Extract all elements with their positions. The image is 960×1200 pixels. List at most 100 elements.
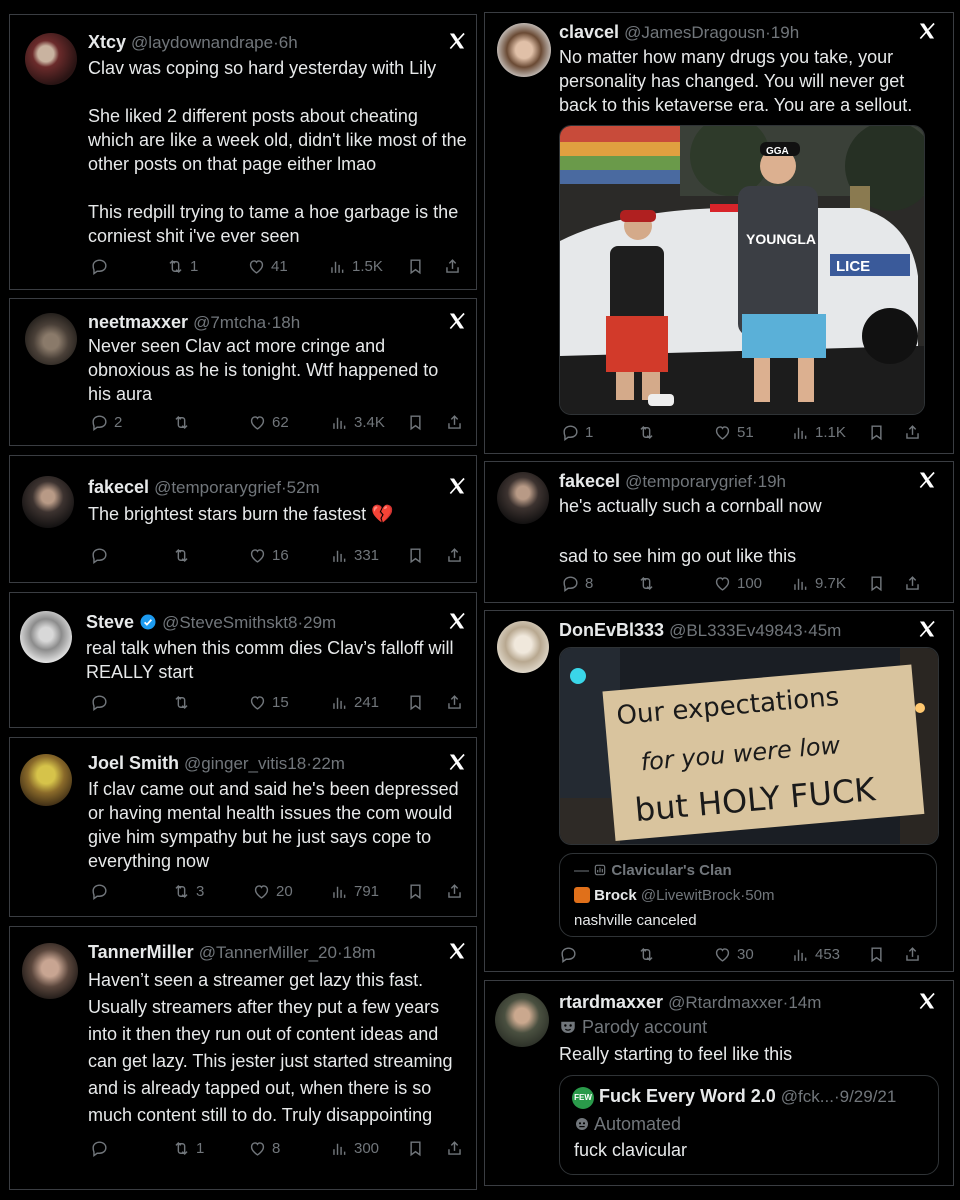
bookmark-button[interactable] xyxy=(406,546,425,565)
avatar[interactable] xyxy=(20,611,72,663)
author-handle[interactable]: @7mtcha xyxy=(193,313,266,332)
avatar[interactable] xyxy=(497,621,549,673)
author-handle[interactable]: @SteveSmithskt8 xyxy=(162,613,297,632)
quote-author-name[interactable]: Brock xyxy=(594,887,637,904)
post-time[interactable]: 29m xyxy=(303,613,336,632)
author-name[interactable]: rtardmaxxer xyxy=(559,992,663,1012)
quote-avatar[interactable] xyxy=(574,887,590,903)
views-button[interactable]: 453 xyxy=(791,945,840,964)
repost-button[interactable] xyxy=(172,546,196,565)
bookmark-button[interactable] xyxy=(867,574,886,593)
reply-button[interactable]: 1 xyxy=(561,423,593,442)
author-handle[interactable]: @temporarygrief xyxy=(154,478,281,497)
few-logo[interactable]: FEW xyxy=(572,1087,594,1109)
share-button[interactable] xyxy=(903,574,922,593)
views-button[interactable]: 9.7K xyxy=(791,574,846,593)
quote-time[interactable]: 9/29/21 xyxy=(840,1087,897,1106)
author-name[interactable]: TannerMiller xyxy=(88,942,194,962)
views-button[interactable]: 1.5K xyxy=(328,257,383,276)
views-button[interactable]: 791 xyxy=(330,882,379,901)
reply-button[interactable]: 8 xyxy=(561,574,593,593)
share-button[interactable] xyxy=(443,257,462,276)
quote-author-handle[interactable]: @LivewitBrock xyxy=(641,887,740,904)
avatar[interactable] xyxy=(497,23,551,77)
share-button[interactable] xyxy=(445,693,464,712)
author-handle[interactable]: @TannerMiller_20 xyxy=(199,943,337,962)
like-button[interactable]: 100 xyxy=(713,574,762,593)
avatar[interactable] xyxy=(22,476,74,528)
repost-button[interactable] xyxy=(637,574,661,593)
repost-button[interactable] xyxy=(172,413,196,432)
views-button[interactable]: 241 xyxy=(330,693,379,712)
tweet-card[interactable]: rtardmaxxer @Rtardmaxxer·14m Parody acco… xyxy=(484,980,954,1186)
repost-button[interactable] xyxy=(637,423,661,442)
repost-button[interactable]: 3 xyxy=(172,882,204,901)
author-name[interactable]: fakecel xyxy=(88,477,149,497)
tweet-photo[interactable]: LICE GGA YOUNGLA xyxy=(559,125,925,415)
author-handle[interactable]: @ginger_vitis18 xyxy=(184,754,306,773)
share-button[interactable] xyxy=(445,413,464,432)
like-button[interactable]: 16 xyxy=(248,546,289,565)
share-button[interactable] xyxy=(903,945,922,964)
repost-button[interactable]: 1 xyxy=(172,1139,204,1158)
post-time[interactable]: 14m xyxy=(788,993,821,1012)
views-button[interactable]: 3.4K xyxy=(330,413,385,432)
avatar[interactable] xyxy=(20,754,72,806)
repost-button[interactable]: 1 xyxy=(166,257,198,276)
repost-button[interactable] xyxy=(172,693,196,712)
post-time[interactable]: 6h xyxy=(279,33,298,52)
reply-button[interactable] xyxy=(90,257,114,276)
avatar[interactable] xyxy=(22,943,78,999)
community-name[interactable]: Clavicular's Clan xyxy=(611,862,731,879)
tweet-card[interactable]: TannerMiller @TannerMiller_20·18m Haven’… xyxy=(9,926,477,1190)
tweet-card[interactable]: fakecel @temporarygrief·52m The brightes… xyxy=(9,455,477,583)
tweet-photo[interactable]: Our expectations for you were low but HO… xyxy=(559,647,939,845)
author-name[interactable]: Joel Smith xyxy=(88,753,179,773)
share-button[interactable] xyxy=(903,423,922,442)
like-button[interactable]: 62 xyxy=(248,413,289,432)
like-button[interactable]: 15 xyxy=(248,693,289,712)
quote-author-name[interactable]: Fuck Every Word 2.0 xyxy=(599,1086,776,1106)
like-button[interactable]: 20 xyxy=(252,882,293,901)
like-button[interactable]: 8 xyxy=(248,1139,280,1158)
reply-button[interactable] xyxy=(90,693,114,712)
author-handle[interactable]: @BL333Ev49843 xyxy=(669,621,803,640)
author-name[interactable]: Xtcy xyxy=(88,32,126,52)
tweet-card[interactable]: Steve @SteveSmithskt8·29m real talk when… xyxy=(9,592,477,728)
post-time[interactable]: 45m xyxy=(808,621,841,640)
bookmark-button[interactable] xyxy=(406,1139,425,1158)
tweet-card[interactable]: DonEvBl333 @BL333Ev49843·45m Our expecta… xyxy=(484,610,954,972)
tweet-card[interactable]: Joel Smith @ginger_vitis18·22m If clav c… xyxy=(9,737,477,917)
bookmark-button[interactable] xyxy=(867,423,886,442)
tweet-card[interactable]: neetmaxxer @7mtcha·18h Never seen Clav a… xyxy=(9,298,477,446)
like-button[interactable]: 30 xyxy=(713,945,754,964)
bookmark-button[interactable] xyxy=(406,693,425,712)
share-button[interactable] xyxy=(445,546,464,565)
bookmark-button[interactable] xyxy=(406,413,425,432)
share-button[interactable] xyxy=(445,882,464,901)
like-button[interactable]: 41 xyxy=(247,257,288,276)
quote-time[interactable]: 50m xyxy=(745,887,774,904)
views-button[interactable]: 331 xyxy=(330,546,379,565)
author-name[interactable]: neetmaxxer xyxy=(88,312,188,332)
reply-button[interactable] xyxy=(90,546,114,565)
avatar[interactable] xyxy=(25,313,77,365)
tweet-card[interactable]: fakecel @temporarygrief·19h he's actuall… xyxy=(484,461,954,603)
bookmark-button[interactable] xyxy=(406,257,425,276)
author-handle[interactable]: @temporarygrief xyxy=(625,472,752,491)
avatar[interactable] xyxy=(497,472,549,524)
avatar[interactable] xyxy=(25,33,77,85)
author-handle[interactable]: @JamesDragousn xyxy=(624,23,765,42)
tweet-card[interactable]: clavcel @JamesDragousn·19h No matter how… xyxy=(484,12,954,454)
author-handle[interactable]: @Rtardmaxxer xyxy=(668,993,783,1012)
post-time[interactable]: 52m xyxy=(287,478,320,497)
reply-button[interactable] xyxy=(90,882,114,901)
like-button[interactable]: 51 xyxy=(713,423,754,442)
bookmark-button[interactable] xyxy=(406,882,425,901)
repost-button[interactable] xyxy=(637,945,661,964)
post-time[interactable]: 19h xyxy=(771,23,799,42)
author-name[interactable]: fakecel xyxy=(559,471,620,491)
quoted-tweet[interactable]: FEW Fuck Every Word 2.0 @fck...·9/29/21 … xyxy=(559,1075,939,1175)
post-time[interactable]: 22m xyxy=(312,754,345,773)
reply-button[interactable] xyxy=(559,945,583,964)
